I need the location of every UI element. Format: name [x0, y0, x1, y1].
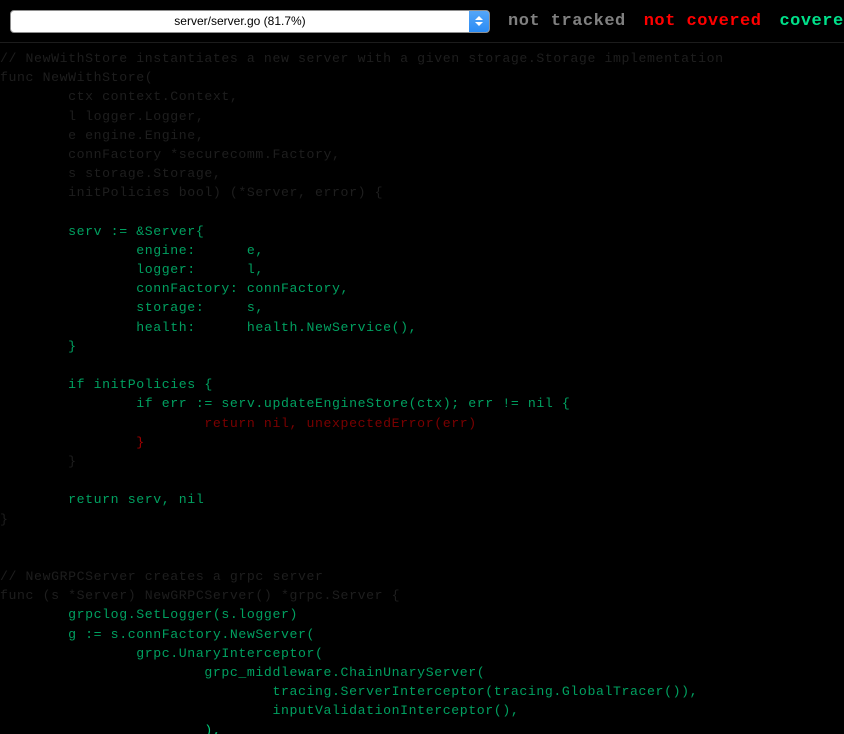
- legend-covered: covered: [779, 11, 844, 31]
- legend-not-tracked: not tracked: [508, 11, 626, 31]
- code-line: func NewWithStore(: [0, 70, 154, 86]
- code-line: func (s *Server) NewGRPCServer() *grpc.S…: [0, 588, 401, 604]
- code-line: grpc.UnaryInterceptor(: [0, 645, 324, 661]
- file-selector[interactable]: server/server.go (81.7%): [10, 9, 490, 33]
- code-line: inputValidationInterceptor(),: [0, 703, 520, 719]
- code-line: health: health.NewService(),: [0, 319, 418, 335]
- code-line: l logger.Logger,: [0, 108, 205, 124]
- code-line: if initPolicies {: [0, 377, 213, 393]
- code-line: g := s.connFactory.NewServer(: [0, 626, 316, 642]
- code-line: grpclog.SetLogger(s.logger): [0, 607, 298, 623]
- code-line: logger: l,: [0, 262, 264, 278]
- code-line: }: [0, 434, 145, 450]
- code-line: storage: s,: [0, 300, 264, 316]
- code-line: return nil, unexpectedError(err): [0, 415, 477, 431]
- file-selector-wrapper[interactable]: server/server.go (81.7%): [10, 9, 490, 33]
- code-line: if err := serv.updateEngineStore(ctx); e…: [0, 396, 571, 412]
- code-line: ctx context.Context,: [0, 89, 239, 105]
- code-line: // NewGRPCServer creates a grpc server: [0, 569, 324, 585]
- coverage-legend: not tracked not covered covered: [508, 12, 844, 31]
- code-line: }: [0, 511, 9, 527]
- code-line: tracing.ServerInterceptor(tracing.Global…: [0, 684, 699, 700]
- code-line: }: [0, 453, 77, 469]
- legend-not-covered: not covered: [643, 11, 762, 31]
- code-line: e engine.Engine,: [0, 127, 205, 143]
- code-line: serv := &Server{: [0, 223, 205, 239]
- code-line: ),: [0, 722, 222, 734]
- code-line: }: [0, 338, 77, 354]
- code-line: engine: e,: [0, 242, 264, 258]
- code-line: s storage.Storage,: [0, 166, 222, 182]
- toolbar: server/server.go (81.7%) not tracked not…: [0, 0, 844, 43]
- code-line: initPolicies bool) (*Server, error) {: [0, 185, 384, 201]
- code-line: connFactory *securecomm.Factory,: [0, 146, 341, 162]
- code-line: grpc_middleware.ChainUnaryServer(: [0, 665, 486, 680]
- code-line: return serv, nil: [0, 492, 205, 508]
- code-line: connFactory: connFactory,: [0, 281, 350, 297]
- code-line: // NewWithStore instantiates a new serve…: [0, 51, 724, 66]
- source-code-pane[interactable]: // NewWithStore instantiates a new serve…: [0, 43, 844, 734]
